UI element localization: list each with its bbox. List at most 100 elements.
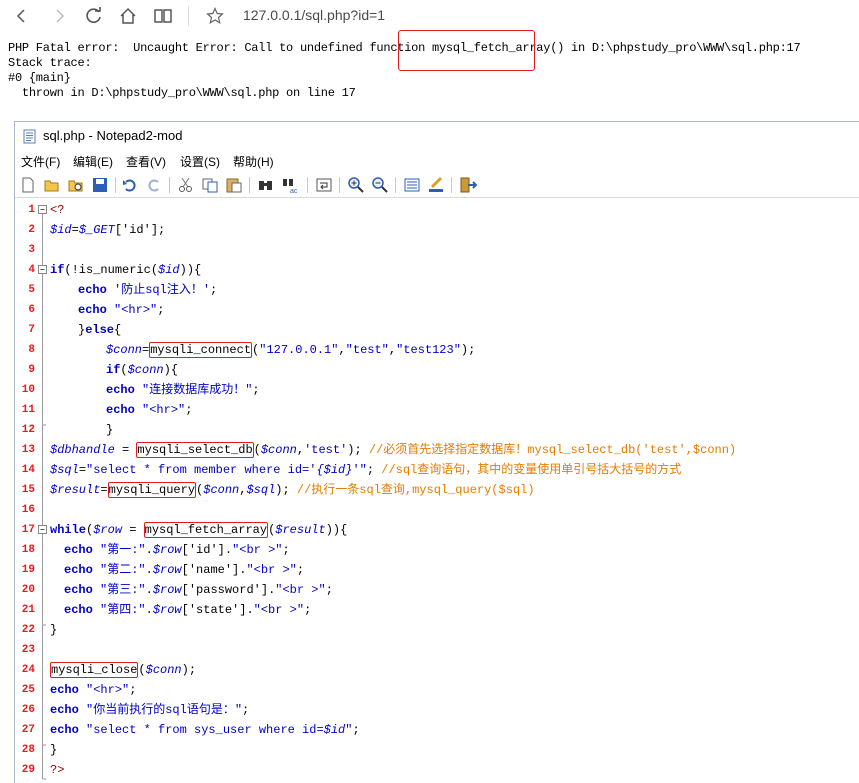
address-bar[interactable]: 127.0.0.1/sql.php?id=1 (243, 7, 385, 23)
replace-icon[interactable]: ac (281, 176, 299, 195)
browse-icon[interactable] (67, 176, 85, 194)
var: $result (50, 483, 101, 497)
paste-icon[interactable] (225, 176, 243, 194)
menu-file[interactable]: 文件(F) (21, 153, 60, 170)
code-text: ['id']; (114, 223, 166, 237)
window-title: sql.php - Notepad2-mod (43, 128, 183, 143)
scheme-icon[interactable] (403, 176, 421, 194)
string: "<br >" (253, 603, 305, 617)
highlighted-function: mysqli_select_db (136, 442, 254, 458)
error-line-4: thrown in D:\phpstudy_pro\WWW\sql.php on… (8, 86, 356, 100)
fold-markers[interactable] (37, 200, 49, 783)
var: $conn (106, 343, 143, 357)
keyword: echo (78, 283, 107, 297)
code-text: } (50, 743, 58, 757)
copy-icon[interactable] (201, 176, 219, 194)
code-text: ( (120, 363, 128, 377)
zoom-in-icon[interactable] (347, 176, 365, 194)
code-line-11: echo "<hr>"; (106, 400, 192, 420)
favorite-star-icon[interactable] (203, 4, 227, 28)
back-icon[interactable] (10, 4, 34, 28)
open-file-icon[interactable] (43, 176, 61, 194)
redo-icon[interactable] (145, 176, 163, 194)
var: $id (50, 223, 72, 237)
error-line-2: Stack trace: (8, 56, 92, 70)
line-number: 11 (21, 404, 35, 416)
op: = (78, 463, 87, 477)
code-text: ; (352, 723, 360, 737)
customize-icon[interactable] (427, 176, 445, 194)
code-text: ; (185, 403, 193, 417)
string: "<hr>" (142, 403, 186, 417)
code-text: ; (252, 383, 260, 397)
line-number: 18 (21, 544, 35, 556)
exit-icon[interactable] (459, 176, 478, 194)
undo-icon[interactable] (121, 176, 139, 194)
string: "select * from member where id=' (86, 463, 317, 477)
code-text: ; (282, 543, 290, 557)
fold-margin (37, 200, 49, 783)
toolbar: ac (15, 172, 859, 198)
code-line-21: echo "第四:".$row['state']."<br >"; (64, 600, 311, 620)
code-text: ; (129, 683, 137, 697)
var: $conn (145, 663, 182, 677)
reload-icon[interactable] (82, 4, 106, 28)
code-text: ); (181, 663, 197, 677)
code-text: ; (325, 583, 333, 597)
var: $conn (260, 443, 297, 457)
string: "<br >" (275, 583, 326, 597)
zoom-out-icon[interactable] (371, 176, 389, 194)
comment: //sql查询语句，其中的变量使用单引号括大括号的方式 (381, 463, 682, 477)
toolbar-separator (451, 177, 452, 193)
code-line-5: echo '防止sql注入！'; (78, 280, 217, 300)
reading-view-icon[interactable] (151, 4, 175, 28)
var: {$id} (316, 463, 353, 477)
var: $conn (203, 483, 240, 497)
menu-view[interactable]: 查看(V) (126, 153, 166, 170)
save-icon[interactable] (91, 176, 109, 194)
code-line-24: mysqli_close($conn); (50, 660, 196, 680)
op: = (71, 223, 79, 237)
var: $dbhandle (50, 443, 115, 457)
new-file-icon[interactable] (19, 176, 37, 194)
code-text: ; (304, 603, 312, 617)
line-number: 1 (28, 204, 35, 216)
code-line-10: echo "连接数据库成功！"; (106, 380, 260, 400)
menu-bar: 文件(F) 编辑(E) 查看(V) 设置(S) 帮助(H) (15, 150, 859, 172)
code-editor[interactable]: <? $id=$_GET['id']; if(!is_numeric($id))… (50, 200, 859, 783)
keyword: echo (64, 603, 93, 617)
op: . (145, 543, 153, 557)
highlighted-function: mysqli_query (107, 482, 197, 498)
string: "<br >" (246, 563, 297, 577)
keyword: echo (106, 403, 135, 417)
code-line-2: $id=$_GET['id']; (50, 220, 165, 240)
code-line-28: } (50, 740, 57, 760)
forward-icon[interactable] (47, 4, 71, 28)
code-text: ); (460, 343, 476, 357)
menu-settings[interactable]: 设置(S) (180, 153, 220, 170)
home-icon[interactable] (116, 4, 140, 28)
line-number: 20 (21, 584, 35, 596)
keyword: echo (50, 723, 79, 737)
code-text: ; (296, 563, 305, 577)
cut-icon[interactable] (177, 176, 195, 194)
highlighted-function: mysqli_connect (149, 342, 253, 358)
keyword: if (106, 363, 121, 377)
toolbar-separator (395, 177, 396, 193)
code-text: )){ (325, 523, 348, 537)
line-number: 22 (21, 624, 35, 636)
code-line-12: } (106, 420, 113, 440)
wrap-icon[interactable] (315, 176, 333, 194)
string: "test123" (396, 343, 461, 357)
op: = (114, 443, 137, 457)
menu-edit[interactable]: 编辑(E) (73, 153, 113, 170)
line-numbers: 1 2 3 4 5 6 7 8 9 10 11 12 13 14 15 16 17 18 19 20 21 22 23 24 2… (15, 200, 37, 783)
menu-help[interactable]: 帮助(H) (233, 153, 274, 170)
line-number: 24 (21, 664, 35, 676)
var: $id (158, 263, 180, 277)
code-text: ; (242, 703, 250, 717)
find-icon[interactable] (257, 176, 275, 194)
error-text: PHP Fatal error: Uncaught Error: Call to… (8, 41, 433, 55)
line-number: 16 (21, 504, 35, 516)
window-title-bar: sql.php - Notepad2-mod (15, 122, 859, 150)
